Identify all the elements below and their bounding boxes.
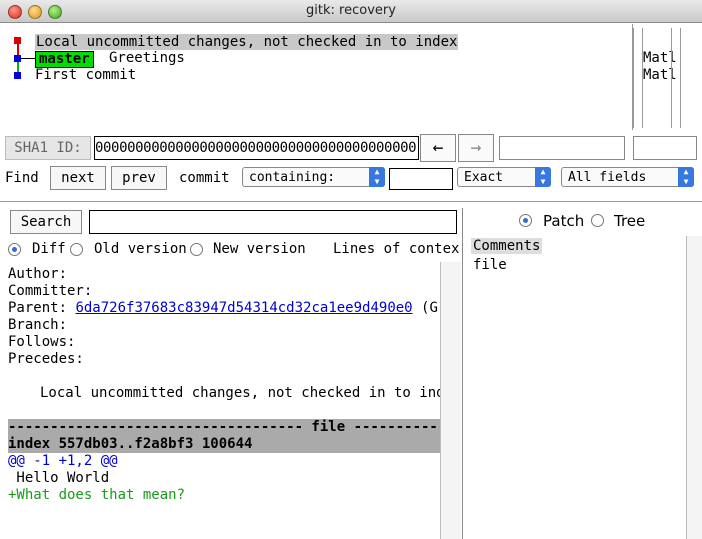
diff-radio[interactable] (8, 243, 21, 256)
graph-scrollbar[interactable] (633, 28, 643, 128)
select-arrows-icon: ▲ ▼ (678, 167, 694, 187)
context-line: Hello World (8, 470, 110, 486)
commit-node-icon (14, 55, 21, 62)
branch-line: Branch: (8, 317, 68, 333)
find-type-label: commit (179, 170, 230, 186)
sha1-input[interactable]: 0000000000000000000000000000000000000000 (94, 136, 419, 160)
author-line: Author: (8, 266, 68, 282)
select-arrows-icon: ▲ ▼ (369, 167, 385, 187)
pane-divider[interactable] (0, 201, 702, 202)
file-list-scrollbar[interactable] (686, 236, 702, 539)
added-line: +What does that mean? (8, 487, 186, 503)
find-input[interactable] (389, 168, 453, 190)
commit-graph-pane[interactable]: Local uncommitted changes, not checked i… (0, 24, 632, 130)
diff-scrollbar[interactable] (440, 262, 461, 539)
hunk-header: @@ -1 +1,2 @@ (8, 453, 118, 469)
find-next-button[interactable]: next (50, 166, 106, 190)
find-mode-value: containing: (249, 170, 336, 185)
branch-tag-master[interactable]: master (35, 51, 94, 68)
tree-radio-label: Tree (614, 212, 646, 230)
row-number-field[interactable] (633, 136, 697, 160)
commit-row-first-commit[interactable]: First commit (35, 67, 136, 83)
committer-line: Committer: (8, 283, 93, 299)
graph-connector (21, 58, 35, 59)
file-list-item-comments[interactable]: Comments (471, 238, 543, 254)
title-bar: gitk: recovery (0, 0, 702, 23)
left-arrow-icon: ← (432, 137, 444, 158)
search-button[interactable]: Search (10, 210, 82, 234)
search-input[interactable] (89, 210, 457, 234)
lines-of-context-label: Lines of context (333, 241, 460, 257)
commit-message: Local uncommitted changes, not checked i… (40, 385, 440, 401)
file-list[interactable]: Comments file (471, 236, 687, 539)
diff-radio-label: Diff (32, 241, 66, 257)
find-mode-select[interactable]: containing: ▲ ▼ (242, 167, 385, 187)
new-version-radio[interactable] (190, 243, 203, 256)
forward-button[interactable]: → (458, 134, 494, 162)
file-header: ----------------------------------- file… (8, 419, 440, 436)
follows-line: Follows: (8, 334, 76, 350)
go-to-commit-field[interactable] (499, 136, 625, 160)
patch-radio[interactable] (519, 214, 532, 227)
window-title: gitk: recovery (306, 3, 396, 18)
find-match-select[interactable]: Exact ▲ ▼ (457, 167, 551, 187)
patch-radio-label: Patch (543, 212, 585, 230)
back-button[interactable]: ← (420, 134, 456, 162)
new-version-label: New version (213, 241, 306, 257)
commit-row-greetings[interactable]: Greetings (109, 50, 185, 66)
uncommitted-node-icon (14, 37, 21, 44)
find-match-value: Exact (464, 170, 504, 185)
file-list-item-file[interactable]: file (473, 257, 507, 273)
find-label: Find (5, 170, 39, 186)
author-scrollbar[interactable] (671, 28, 681, 128)
commit-row-uncommitted[interactable]: Local uncommitted changes, not checked i… (35, 34, 459, 50)
parent-line: Parent: 6da726f37683c83947d54314cd32ca1e… (8, 300, 440, 317)
parent-label: Parent: (8, 300, 68, 316)
select-arrows-icon: ▲ ▼ (535, 167, 551, 187)
commit-node-icon (14, 72, 21, 79)
pane-splitter[interactable] (462, 208, 463, 539)
author-column: Matl Matl (632, 24, 702, 130)
parent-commit-link[interactable]: 6da726f37683c83947d54314cd32ca1ee9d490e0 (75, 300, 412, 316)
find-prev-button[interactable]: prev (111, 166, 167, 190)
parent-summary: (Gree (421, 300, 440, 316)
old-version-label: Old version (94, 241, 187, 257)
old-version-radio[interactable] (70, 243, 83, 256)
find-fields-value: All fields (568, 170, 647, 185)
right-arrow-icon: → (470, 137, 482, 158)
index-line: index 557db03..f2a8bf3 100644 (8, 436, 440, 453)
find-fields-select[interactable]: All fields ▲ ▼ (561, 167, 694, 187)
precedes-line: Precedes: (8, 351, 84, 367)
tree-radio[interactable] (591, 214, 604, 227)
sha1-label: SHA1 ID: (5, 136, 91, 160)
diff-view[interactable]: Author: Committer: Parent: 6da726f37683c… (0, 262, 440, 539)
